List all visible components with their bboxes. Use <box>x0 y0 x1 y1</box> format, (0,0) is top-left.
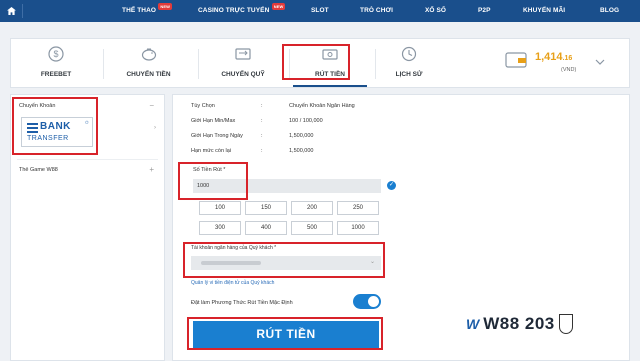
new-badge: NEW <box>271 3 286 10</box>
balance-display[interactable]: 1,414.16 (VND) <box>501 45 611 81</box>
info-value: 1,500,000 <box>289 133 314 139</box>
method-header-game-card[interactable]: Thẻ Game W88 <box>19 167 58 173</box>
default-method-label: Đặt làm Phương Thức Rút Tiền Mặc Định <box>191 300 293 306</box>
toggle-knob <box>368 296 379 307</box>
quick-amount-button[interactable]: 200 <box>291 201 333 215</box>
info-colon: : <box>261 118 263 124</box>
tab-freebet[interactable]: $ FREEBET <box>21 39 91 87</box>
dollar-coin-icon: $ <box>48 46 64 62</box>
info-value: Chuyển Khoản Ngân Hàng <box>289 103 355 109</box>
collapse-icon[interactable]: − <box>149 101 154 110</box>
highlight-withdraw-tab <box>282 44 350 80</box>
tab-history[interactable]: LỊCH SỬ <box>377 39 441 87</box>
info-colon: : <box>261 148 263 154</box>
highlight-account <box>183 242 385 278</box>
wallet-icon <box>505 52 527 68</box>
info-label: Tùy Chọn <box>191 103 215 109</box>
top-navigation-bar: THỂ THAO NEW CASINO TRỰC TUYẾN NEW SLOT TR… <box>0 0 640 22</box>
quick-amount-button[interactable]: 500 <box>291 221 333 235</box>
transfer-funds-icon <box>235 48 251 60</box>
chevron-right-icon: › <box>154 125 156 131</box>
info-colon: : <box>261 133 263 139</box>
nav-sports[interactable]: THỂ THAO NEW <box>122 3 173 14</box>
nav-lottery[interactable]: XỔ SỐ <box>425 7 446 14</box>
history-clock-icon <box>401 46 417 62</box>
watermark-text: W88 203 <box>483 314 555 333</box>
tab-label: LỊCH SỬ <box>395 71 423 78</box>
tab-label: CHUYỂN TIỀN <box>126 71 171 78</box>
check-icon: ✓ <box>387 181 396 190</box>
new-badge: NEW <box>158 3 173 10</box>
balance-currency: (VND) <box>561 67 577 73</box>
info-label: Giới Hạn Trong Ngày <box>191 133 243 139</box>
quick-amount-button[interactable]: 150 <box>245 201 287 215</box>
tab-label: FREEBET <box>40 71 72 78</box>
tab-divider <box>103 49 104 79</box>
club-crest-icon <box>558 314 573 334</box>
watermark-logo: W W88 203 <box>466 312 573 336</box>
tab-divider <box>375 49 376 79</box>
quick-amount-button[interactable]: 400 <box>245 221 287 235</box>
highlight-amount <box>178 162 248 200</box>
quick-amount-button[interactable]: 250 <box>337 201 379 215</box>
info-colon: : <box>261 103 263 109</box>
nav-slot[interactable]: SLOT <box>311 7 329 14</box>
info-label: Giới Hạn Min/Max <box>191 118 236 124</box>
default-method-toggle[interactable] <box>353 294 381 309</box>
tab-fund-transfer[interactable]: CHUYỂN QUỸ <box>204 39 282 87</box>
manage-wallets-link[interactable]: Quản lý vi tiền điện tử của Quý khách <box>191 280 274 286</box>
nav-p2p[interactable]: P2P <box>478 7 491 14</box>
quick-amount-button[interactable]: 100 <box>199 201 241 215</box>
info-label: Hạn mức còn lại <box>191 148 232 154</box>
highlight-submit <box>187 317 383 350</box>
expand-icon[interactable]: + <box>149 165 154 174</box>
home-icon <box>6 7 16 15</box>
info-value: 100 / 100,000 <box>289 118 323 124</box>
quick-amount-button[interactable]: 300 <box>199 221 241 235</box>
tab-divider <box>198 49 199 79</box>
nav-divider <box>22 4 23 18</box>
nav-live-casino[interactable]: CASINO TRỰC TUYẾN NEW <box>198 3 286 14</box>
piggy-bank-icon <box>141 48 156 61</box>
svg-text:$: $ <box>53 49 58 59</box>
tab-label: CHUYỂN QUỸ <box>221 71 265 78</box>
tab-deposit[interactable]: CHUYỂN TIỀN <box>111 39 186 87</box>
divider <box>17 159 158 160</box>
highlight-bank-transfer <box>12 97 98 155</box>
nav-promotions[interactable]: KHUYẾN MÃI <box>523 7 565 14</box>
nav-games[interactable]: TRÒ CHƠI <box>360 7 393 14</box>
info-value: 1,500,000 <box>289 148 314 154</box>
home-button[interactable] <box>0 0 22 22</box>
nav-blog[interactable]: BLOG <box>600 7 619 14</box>
w88-mark-icon: W <box>466 316 480 332</box>
balance-amount: 1,414.16 <box>535 51 573 63</box>
chevron-down-icon <box>595 59 605 65</box>
quick-amount-button[interactable]: 1000 <box>337 221 379 235</box>
